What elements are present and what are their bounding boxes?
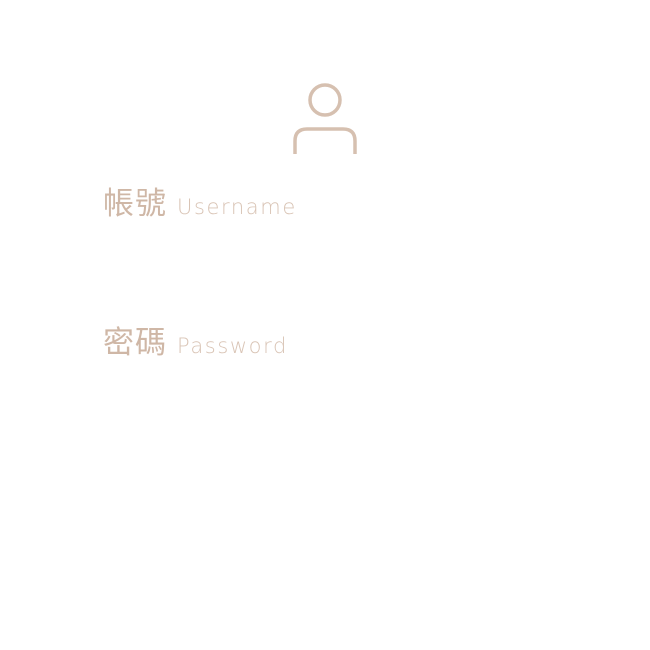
- password-label: 密碼 Password: [103, 317, 547, 362]
- username-field: 帳號 Username: [103, 178, 547, 277]
- password-field: 密碼 Password: [103, 317, 547, 416]
- username-label: 帳號 Username: [103, 178, 547, 223]
- username-label-en: Username: [177, 195, 297, 219]
- username-input[interactable]: [103, 231, 547, 277]
- login-page: 帳號 Username 密碼 Password: [0, 0, 650, 650]
- password-input[interactable]: [103, 370, 547, 416]
- password-label-en: Password: [177, 334, 288, 358]
- user-icon: [292, 83, 358, 155]
- password-label-zh: 密碼: [103, 325, 167, 361]
- username-label-zh: 帳號: [103, 186, 167, 222]
